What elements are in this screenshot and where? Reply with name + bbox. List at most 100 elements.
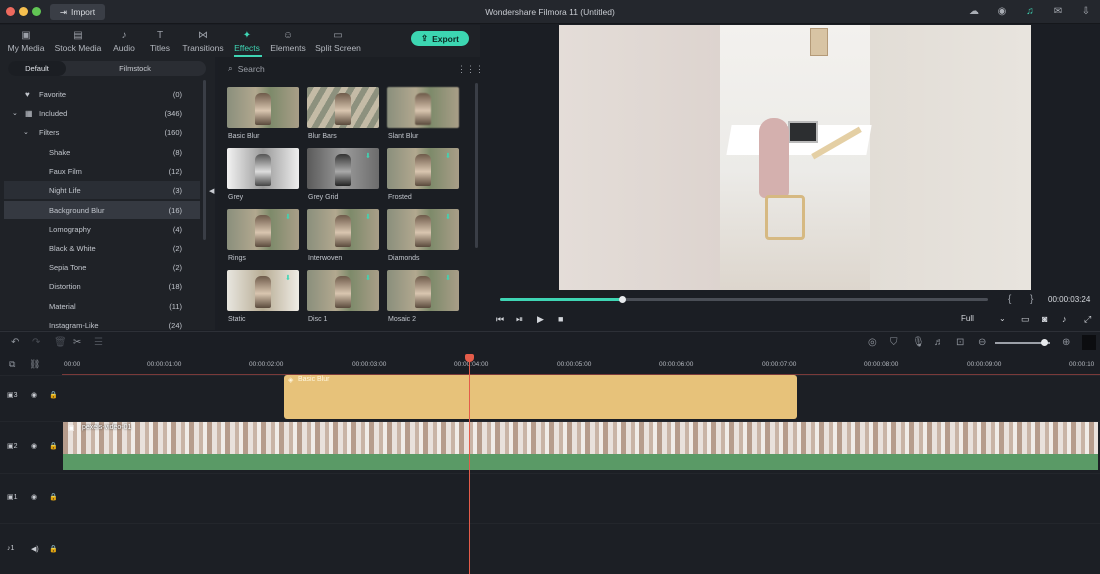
effect-thumb-rings[interactable]: ⬇ (227, 209, 299, 250)
tab-transitions[interactable]: ⋈ Transitions (181, 28, 225, 56)
delete-icon[interactable]: 🗑 (54, 337, 67, 348)
lock-icon[interactable]: 🔒 (49, 545, 58, 553)
collapse-panel-icon[interactable]: ◀ (209, 187, 214, 195)
cloud-icon[interactable]: ☁ (967, 5, 981, 19)
title-bar: ⇥ Import Wondershare Filmora 11 (Untitle… (0, 0, 1100, 24)
tab-label: Split Screen (315, 43, 361, 53)
video-clip-audio[interactable] (63, 454, 1098, 470)
ruler-tick-label: 00:00 (64, 361, 81, 368)
tab-elements[interactable]: ☺ Elements (269, 28, 307, 56)
effect-label: Rings (228, 255, 246, 262)
mark-in-icon[interactable]: { (1008, 294, 1011, 305)
playhead-line[interactable] (469, 358, 470, 574)
tab-stock-media[interactable]: ▤ Stock Media (53, 28, 103, 56)
effect-thumb-slant-blur[interactable] (387, 87, 459, 128)
microphone-icon[interactable]: 🎙 (912, 337, 925, 348)
search-field[interactable]: ⌕ Search (228, 61, 468, 76)
effect-thumb-grey-grid[interactable]: ⬇ (307, 148, 379, 189)
library-item-label: Background Blur (49, 205, 105, 215)
add-track-icon[interactable]: ⧉ (9, 359, 15, 370)
effect-clip-icon: ◈ (288, 377, 294, 384)
search-input[interactable]: Search (238, 64, 265, 74)
stop-button[interactable]: ■ (558, 314, 563, 324)
previous-frame-button[interactable]: ⏮ (496, 314, 504, 325)
library-item-material[interactable]: Material (11) (4, 297, 200, 315)
eye-icon[interactable]: ◉ (31, 391, 37, 399)
grid-view-icon[interactable]: ⋮⋮⋮ (457, 64, 484, 75)
library-item-lomography[interactable]: Lomography (4) (4, 220, 200, 238)
render-icon[interactable]: ◎ (868, 337, 877, 348)
effect-thumb-disc-1[interactable]: ⬇ (307, 270, 379, 311)
volume-icon[interactable]: ♪ (1062, 314, 1067, 324)
tab-effects[interactable]: ✦ Effects (232, 28, 262, 56)
effect-thumb-interwoven[interactable]: ⬇ (307, 209, 379, 250)
eye-icon[interactable]: ◉ (31, 442, 37, 450)
library-item-distortion[interactable]: Distortion (18) (4, 277, 200, 295)
library-item-black-white[interactable]: Black & White (2) (4, 239, 200, 257)
toggle-default[interactable]: Default (8, 61, 66, 76)
effect-thumb-frosted[interactable]: ⬇ (387, 148, 459, 189)
mail-icon[interactable]: ✉ (1051, 5, 1065, 19)
marker-icon[interactable]: ⛉ (890, 337, 898, 348)
effect-thumb-mosaic-2[interactable]: ⬇ (387, 270, 459, 311)
library-item-faux-film[interactable]: Faux Film (12) (4, 162, 200, 180)
play-button[interactable]: ▶ (537, 314, 544, 325)
library-item-background-blur[interactable]: Background Blur (16) (4, 201, 200, 219)
redo-icon[interactable]: ↷ (32, 337, 40, 348)
effects-scrollbar[interactable] (475, 83, 478, 248)
preview-quality-select[interactable]: Full ⌄ (961, 314, 1009, 323)
video-clip-label: pexels-video-01 (82, 424, 132, 431)
zoom-out-icon[interactable]: ⊖ (978, 337, 986, 348)
effect-thumb-diamonds[interactable]: ⬇ (387, 209, 459, 250)
lock-icon[interactable]: 🔒 (49, 391, 58, 399)
seek-bar-handle[interactable] (619, 296, 626, 303)
eye-icon[interactable]: ◉ (31, 493, 37, 501)
effect-thumb-grey[interactable] (227, 148, 299, 189)
account-icon[interactable]: ◉ (995, 5, 1009, 19)
snapshot-icon[interactable]: ◙ (1042, 314, 1047, 324)
library-item-sepia-tone[interactable]: Sepia Tone (2) (4, 258, 200, 276)
speaker-icon[interactable]: ◀) (31, 545, 39, 553)
link-icon[interactable]: ⛓ (29, 359, 40, 370)
lock-icon[interactable]: 🔒 (49, 442, 58, 450)
track-number: 1 (10, 545, 15, 552)
download-icon: ⬇ (445, 214, 451, 221)
video-preview-frame[interactable] (559, 25, 1031, 290)
tab-audio[interactable]: ♪ Audio (110, 28, 138, 56)
library-item-label: Favorite (39, 89, 67, 99)
crop-icon[interactable]: ⊡ (956, 337, 964, 348)
adjust-icon[interactable]: ☰ (94, 337, 103, 348)
undo-icon[interactable]: ↶ (11, 337, 19, 348)
library-item-favorite[interactable]: ♥ Favorite (0) (4, 85, 200, 103)
mark-out-icon[interactable]: } (1030, 294, 1033, 305)
transitions-icon: ⋈ (198, 30, 208, 41)
library-item-filters[interactable]: ⌄ Filters (160) (4, 123, 200, 141)
effect-clip-basic-blur[interactable] (284, 375, 797, 419)
toggle-filmstock[interactable]: Filmstock (105, 61, 165, 76)
lock-icon[interactable]: 🔒 (49, 493, 58, 501)
fullscreen-icon[interactable]: ⤢ (1084, 314, 1091, 325)
video-clip[interactable] (63, 422, 1098, 454)
effect-label: Grey (228, 194, 244, 201)
tab-split-screen[interactable]: ▭ Split Screen (314, 28, 362, 56)
timeline-zoom-handle[interactable] (1041, 339, 1048, 346)
library-item-included[interactable]: ⌄ ▦ Included (346) (4, 104, 200, 122)
display-icon[interactable]: ▭ (1021, 314, 1030, 325)
effect-thumb-blur-bars[interactable] (307, 87, 379, 128)
tab-titles[interactable]: T Titles (147, 28, 173, 56)
cut-icon[interactable]: ✂ (73, 337, 81, 348)
library-item-night-life[interactable]: Night Life (3) (4, 181, 200, 199)
audio-mixer-icon[interactable]: ♬ (934, 337, 944, 348)
download-icon[interactable]: ⇩ (1079, 5, 1093, 19)
library-item-shake[interactable]: Shake (8) (4, 143, 200, 161)
zoom-in-icon[interactable]: ⊕ (1062, 337, 1070, 348)
library-scrollbar[interactable] (203, 80, 206, 240)
support-icon[interactable]: ♫ (1023, 5, 1037, 19)
effect-thumb-static[interactable]: ⬇ (227, 270, 299, 311)
ruler-tick-label: 00:00:05:00 (557, 361, 592, 368)
tab-my-media[interactable]: ▣ My Media (5, 28, 47, 56)
effect-thumb-basic-blur[interactable] (227, 87, 299, 128)
panel-layout-icon[interactable] (1082, 335, 1096, 350)
play-frame-button[interactable]: ⏯ (516, 314, 523, 325)
export-button[interactable]: ⇪ Export (411, 31, 469, 46)
